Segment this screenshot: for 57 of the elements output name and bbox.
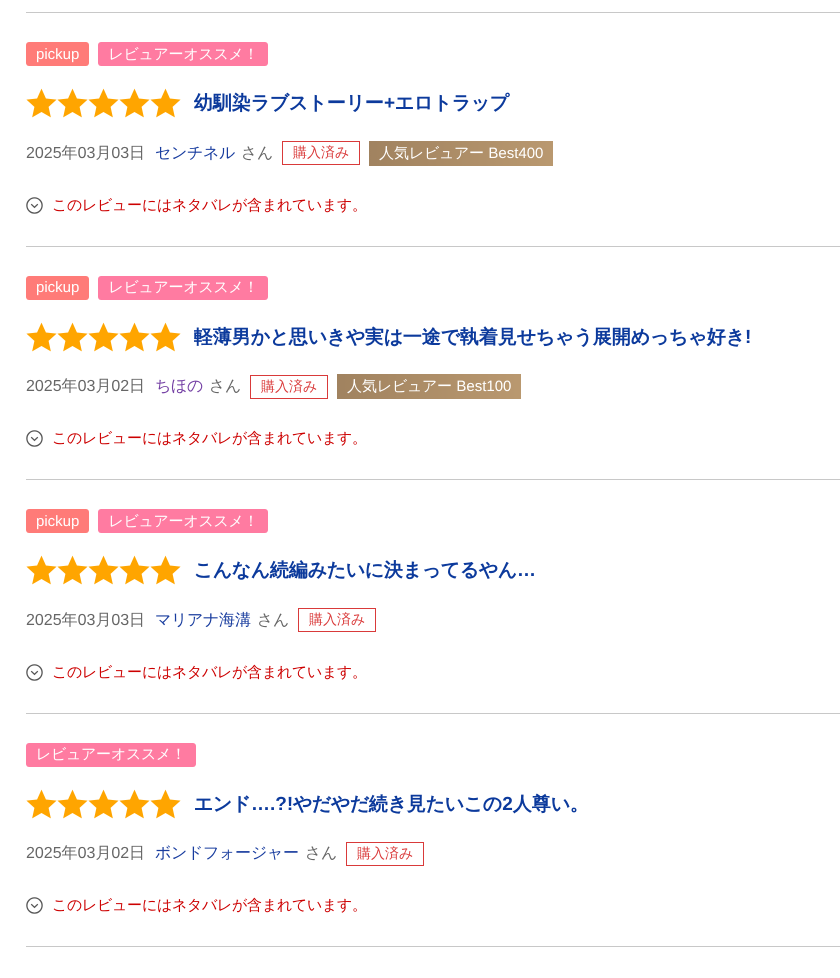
purchased-label: 購入済み [282, 141, 360, 165]
star-icon [26, 88, 57, 118]
recommendation-tag: レビュアーオススメ！ [26, 742, 196, 766]
review-date: 2025年03月03日 [26, 610, 146, 630]
star-icon [150, 88, 181, 118]
reviewer-name-link[interactable]: ボンドフォージャー [155, 843, 300, 864]
pickup-tag: pickup [26, 42, 90, 66]
star-icon [57, 555, 88, 585]
recommendation-tag: レビュアーオススメ！ [98, 509, 268, 533]
chevron-down-circle-icon [26, 196, 43, 214]
pickup-tag: pickup [26, 276, 90, 300]
star-icon [88, 788, 119, 818]
review-date: 2025年03月03日 [26, 144, 146, 164]
star-icon [150, 788, 181, 818]
purchased-label: 購入済み [346, 842, 424, 866]
honorific-text: さん [209, 377, 242, 397]
chevron-down-circle-icon [26, 664, 43, 680]
review-title-link[interactable]: 軽薄男かと思いきや実は一途で執着見せちゃう展開めっちゃ好き! [194, 324, 752, 350]
star-icon [57, 88, 88, 118]
spoiler-toggle[interactable]: このレビューにはネタバレが含まれています。 [26, 194, 367, 216]
purchased-label: 購入済み [298, 608, 376, 632]
star-icon [119, 555, 150, 585]
honorific-text: さん [305, 844, 338, 864]
star-icon [57, 322, 88, 352]
star-icon [26, 322, 57, 352]
review-date: 2025年03月02日 [26, 377, 146, 397]
star-icon [119, 788, 150, 818]
reviewer-rank-label: 人気レビュアー Best100 [337, 374, 522, 399]
star-icon [26, 555, 57, 585]
review-title-link[interactable]: 幼馴染ラブストーリー+エロトラップ [194, 90, 510, 116]
reviewer-name-link[interactable]: ちほの [155, 376, 204, 397]
star-icon [150, 322, 181, 352]
star-icon [26, 788, 57, 818]
chevron-down-circle-icon [26, 430, 43, 447]
spoiler-toggle[interactable]: このレビューにはネタバレが含まれています。 [26, 894, 367, 916]
spoiler-toggle[interactable]: このレビューにはネタバレが含まれています。 [26, 661, 367, 683]
honorific-text: さん [257, 610, 290, 630]
reviewer-rank-label: 人気レビュアー Best400 [369, 140, 554, 166]
star-icon [119, 322, 150, 352]
star-icon [88, 88, 119, 118]
chevron-down-circle-icon [26, 897, 43, 914]
spoiler-toggle[interactable]: このレビューにはネタバレが含まれています。 [26, 428, 367, 450]
review-title-link[interactable]: こんなん続編みたいに決まってるやん… [194, 557, 536, 583]
honorific-text: さん [241, 144, 274, 164]
recommendation-tag: レビュアーオススメ！ [98, 42, 268, 66]
reviewer-name-link[interactable]: センチネル [155, 142, 236, 164]
review-date: 2025年03月02日 [26, 844, 146, 864]
recommendation-tag: レビュアーオススメ！ [98, 276, 268, 300]
star-icon [57, 788, 88, 818]
reviewer-name-link[interactable]: マリアナ海溝 [155, 610, 252, 630]
review-title-link[interactable]: エンド….?!やだやだ続き見たいこの2人尊い。 [194, 790, 589, 816]
purchased-label: 購入済み [250, 374, 328, 398]
star-icon [119, 88, 150, 118]
star-icon [150, 555, 181, 585]
pickup-tag: pickup [26, 509, 90, 533]
star-icon [88, 555, 119, 585]
star-icon [88, 322, 119, 352]
